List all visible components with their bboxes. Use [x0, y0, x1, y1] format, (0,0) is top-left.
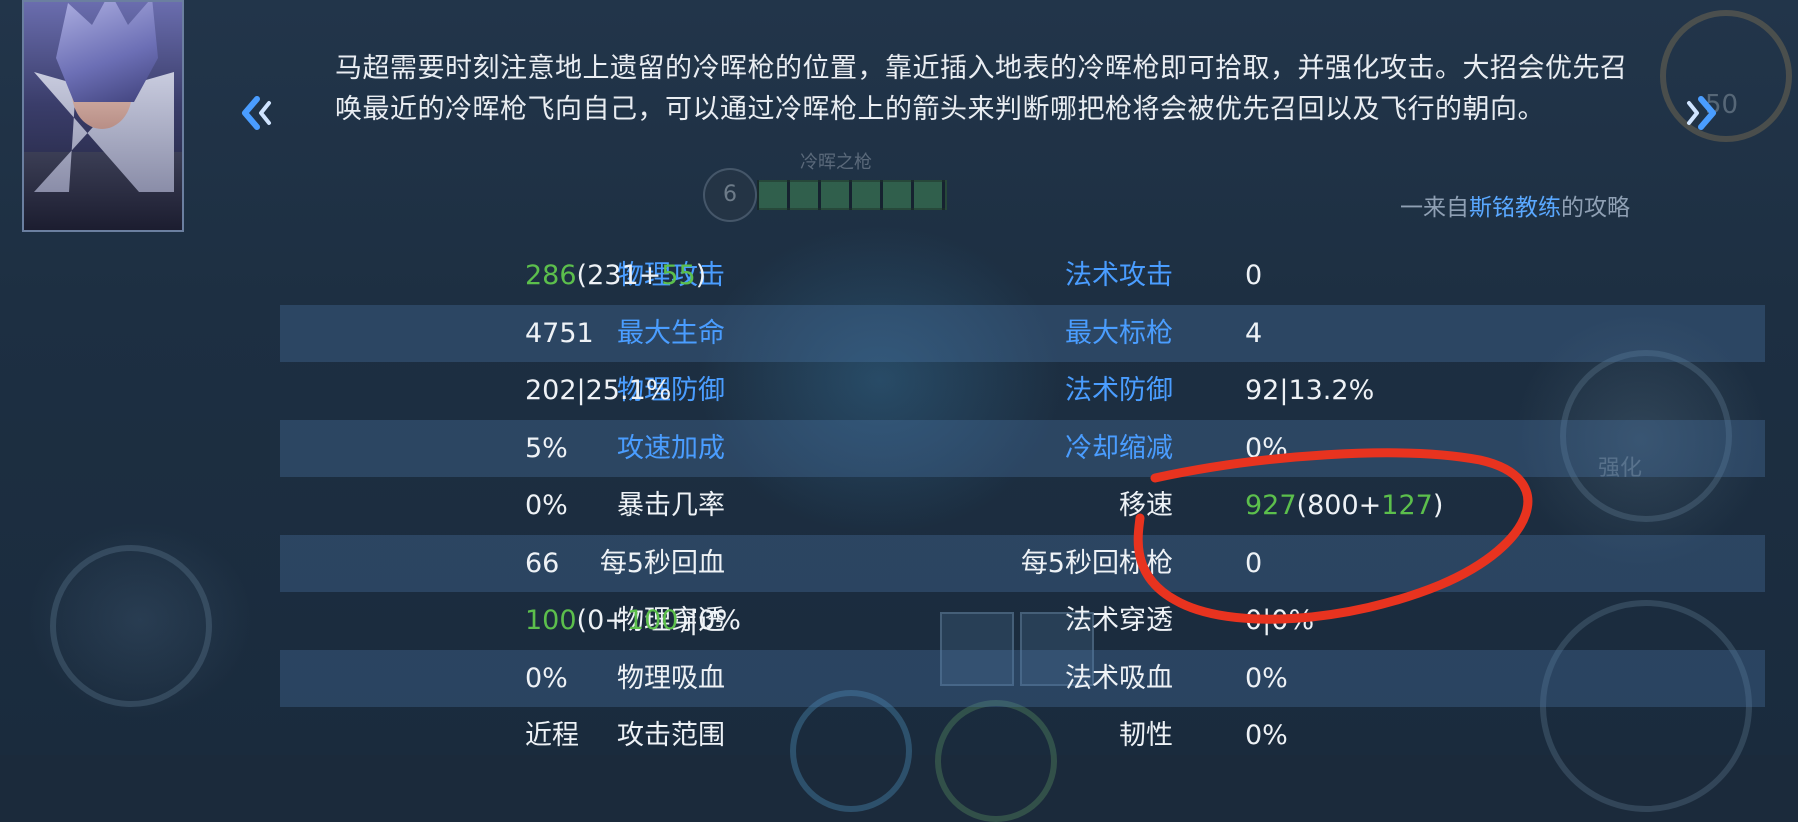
stat-label: 法术穿透	[1065, 605, 1173, 636]
stat-value: 0%	[1245, 432, 1288, 464]
stat-label: 攻速加成	[617, 432, 725, 464]
stat-value: 286(231+55)	[525, 260, 707, 291]
stat-value: 5%	[525, 432, 568, 464]
tip-source-suffix: 的攻略	[1561, 195, 1630, 221]
stat-row: 攻速加成 5% 冷却缩减 0%	[280, 419, 1765, 477]
stat-row: 暴击几率 0% 移速 927(800+127)	[280, 477, 1765, 535]
stat-value: 4	[1245, 317, 1263, 349]
stat-value: 0%	[1245, 720, 1288, 751]
hero-stats-table: 物理攻击 286(231+55) 法术攻击 0 最大生命 4751 最大标枪 4…	[280, 247, 1765, 765]
stat-label: 攻击范围	[617, 720, 725, 751]
stat-value: 66	[525, 547, 560, 579]
stat-label: 最大生命	[617, 317, 725, 349]
stat-label: 每5秒回血	[599, 547, 725, 579]
stat-label: 物理吸血	[617, 662, 725, 694]
stat-value: 0	[1245, 260, 1263, 291]
stat-value: 0%	[525, 490, 568, 521]
stat-row: 物理穿透 100(0+100)|0% 法术穿透 0|0%	[280, 592, 1765, 650]
stat-value: 近程	[525, 720, 579, 751]
stat-value: 202|25.1%	[525, 375, 672, 406]
stat-value: 0|0%	[1245, 605, 1315, 636]
hero-portrait	[22, 0, 184, 232]
weapon-count-badge: 6	[703, 168, 757, 222]
stat-row: 每5秒回血 66 每5秒回标枪 0	[280, 534, 1765, 592]
stat-label: 冷却缩减	[1065, 432, 1173, 464]
stat-label: 法术防御	[1065, 375, 1173, 406]
chevron-right-double-icon[interactable]	[1683, 93, 1719, 133]
stat-row: 物理防御 202|25.1% 法术防御 92|13.2%	[280, 362, 1765, 420]
stat-value: 0	[1245, 547, 1263, 579]
stat-value: 927(800+127)	[1245, 490, 1444, 521]
stat-label: 法术吸血	[1065, 662, 1173, 694]
stat-row: 物理攻击 286(231+55) 法术攻击 0	[280, 247, 1765, 305]
weapon-label: 冷晖之枪	[800, 152, 872, 173]
tip-source-prefix: 一来自	[1400, 195, 1469, 221]
weapon-charge-bar	[757, 180, 947, 210]
stat-value: 0%	[1245, 662, 1288, 694]
stat-row: 攻击范围 近程 韧性 0%	[280, 707, 1765, 765]
stat-label: 每5秒回标枪	[1020, 547, 1173, 579]
hud-skill-ring	[1660, 10, 1792, 142]
stat-value: 92|13.2%	[1245, 375, 1375, 406]
stat-value: 100(0+100)|0%	[525, 605, 741, 636]
stat-label: 暴击几率	[617, 490, 725, 521]
stat-value: 4751	[525, 317, 594, 349]
chevron-left-double-icon[interactable]	[239, 93, 275, 133]
hero-tip-text: 马超需要时刻注意地上遗留的冷晖枪的位置，靠近插入地表的冷晖枪即可拾取，并强化攻击…	[335, 53, 1628, 125]
stat-row: 物理吸血 0% 法术吸血 0%	[280, 649, 1765, 707]
stat-value: 0%	[525, 662, 568, 694]
stat-label: 最大标枪	[1065, 317, 1173, 349]
stat-row: 最大生命 4751 最大标枪 4	[280, 304, 1765, 362]
tip-source: 一来自斯铭教练的攻略	[1400, 188, 1630, 222]
stat-label: 移速	[1119, 490, 1173, 521]
stat-label: 法术攻击	[1065, 260, 1173, 291]
tip-source-author[interactable]: 斯铭教练	[1469, 195, 1561, 221]
hud-joystick-ring	[50, 545, 212, 707]
stat-label: 韧性	[1119, 720, 1173, 751]
